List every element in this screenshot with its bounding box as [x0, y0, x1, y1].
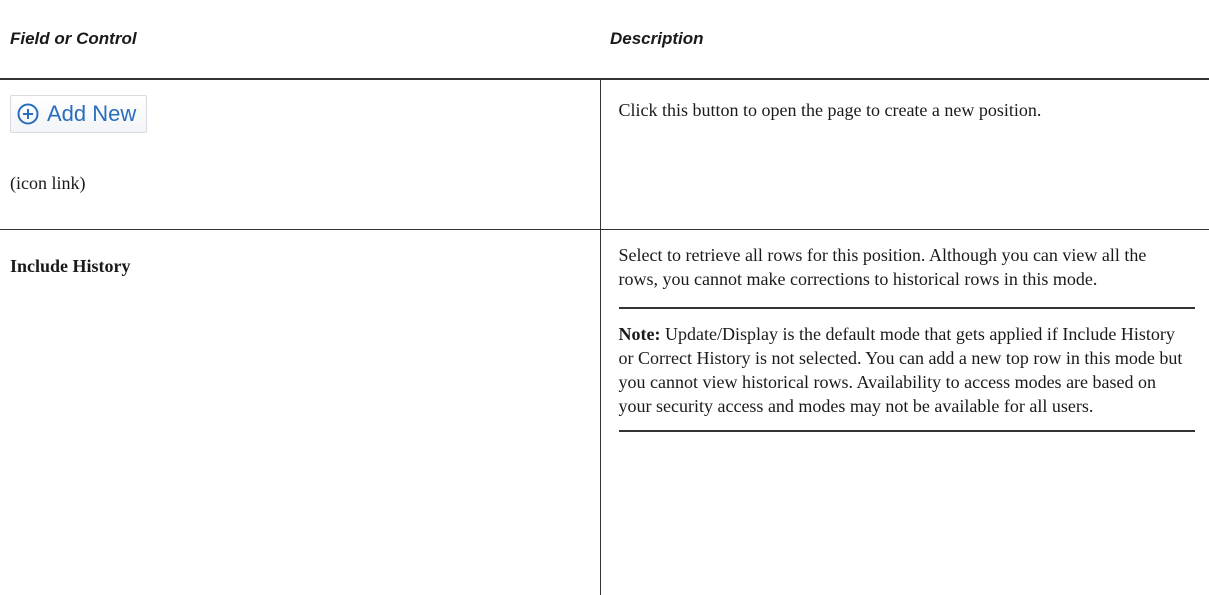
table-row: Include History Select to retrieve all r… [0, 230, 1209, 595]
table-row: Add New (icon link) Click this button to… [0, 79, 1209, 230]
note-block: Note: Update/Display is the default mode… [619, 307, 1196, 432]
note-label: Note: [619, 324, 661, 344]
header-field-or-control: Field or Control [0, 0, 600, 79]
description-cell: Click this button to open the page to cr… [600, 79, 1209, 230]
description-cell: Select to retrieve all rows for this pos… [600, 230, 1209, 595]
add-new-button[interactable]: Add New [10, 95, 147, 133]
add-new-label: Add New [47, 102, 136, 126]
field-description-table: Field or Control Description Add [0, 0, 1209, 595]
icon-link-caption: (icon link) [10, 171, 590, 195]
include-history-label: Include History [10, 254, 590, 278]
field-cell: Add New (icon link) [0, 79, 600, 230]
plus-circle-icon [17, 103, 39, 125]
note-text: Update/Display is the default mode that … [619, 324, 1183, 416]
header-description: Description [600, 0, 1209, 79]
include-history-description: Select to retrieve all rows for this pos… [619, 243, 1196, 291]
header-row: Field or Control Description [0, 0, 1209, 79]
field-cell: Include History [0, 230, 600, 595]
add-new-description: Click this button to open the page to cr… [619, 98, 1196, 122]
